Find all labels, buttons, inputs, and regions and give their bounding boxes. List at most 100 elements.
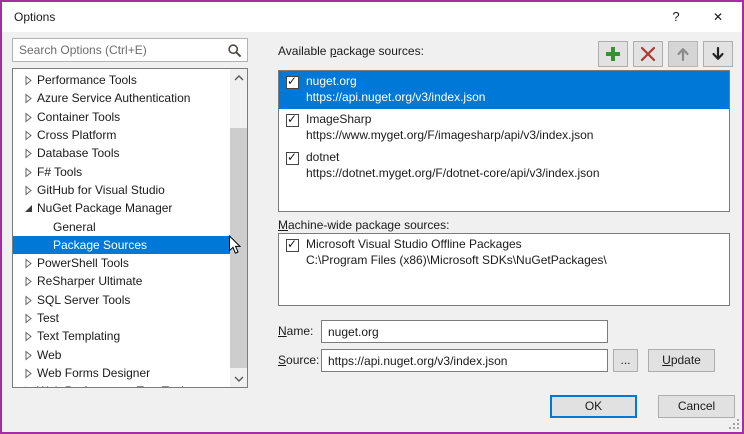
package-source-row-nuget-org[interactable]: ✓ nuget.org https://api.nuget.org/v3/ind…	[279, 71, 729, 109]
plus-icon	[604, 45, 622, 63]
name-field[interactable]	[321, 320, 608, 343]
source-field[interactable]	[321, 349, 608, 372]
tree-expander-icon[interactable]	[24, 386, 34, 388]
tree-item-resharper-ultimate[interactable]: ReSharper Ultimate	[13, 272, 230, 290]
scrollbar-up-icon[interactable]	[230, 69, 247, 86]
tree-expander-icon[interactable]	[24, 203, 34, 213]
source-url: https://www.myget.org/F/imagesharp/api/v…	[306, 128, 593, 142]
source-checkbox[interactable]: ✓	[286, 76, 299, 89]
arrow-up-icon	[675, 46, 691, 62]
search-box	[12, 38, 248, 62]
tree-item-database-tools[interactable]: Database Tools	[13, 144, 230, 162]
machine-sources-label: Machine-wide package sources:	[278, 218, 449, 232]
source-label: Source:	[278, 349, 319, 372]
source-url: https://dotnet.myget.org/F/dotnet-core/a…	[306, 166, 600, 180]
remove-x-icon	[639, 45, 657, 63]
tree-expander-icon[interactable]	[24, 93, 34, 103]
tree-expander-icon[interactable]	[24, 295, 34, 305]
add-source-button[interactable]	[598, 41, 628, 67]
tree-item-label: Web Forms Designer	[37, 366, 150, 380]
source-name: ImageSharp	[306, 112, 371, 126]
tree-item-label: NuGet Package Manager	[37, 201, 172, 215]
tree-expander-icon[interactable]	[24, 185, 34, 195]
tree-item-text-templating[interactable]: Text Templating	[13, 327, 230, 345]
tree-items: Performance Tools Azure Service Authenti…	[13, 71, 230, 388]
tree-item-github-for-visual-studio[interactable]: GitHub for Visual Studio	[13, 181, 230, 199]
close-button[interactable]: ✕	[702, 2, 734, 32]
tree-item-label: General	[53, 220, 96, 234]
available-sources-list: ✓ nuget.org https://api.nuget.org/v3/ind…	[278, 70, 730, 212]
search-input[interactable]	[13, 39, 227, 61]
remove-source-button[interactable]	[633, 41, 663, 67]
resize-grip-icon[interactable]	[729, 419, 739, 429]
tree-item-f-tools[interactable]: F# Tools	[13, 162, 230, 180]
tree-item-container-tools[interactable]: Container Tools	[13, 108, 230, 126]
source-name: dotnet	[306, 150, 339, 164]
tree-expander-icon[interactable]	[40, 222, 50, 232]
source-name: Microsoft Visual Studio Offline Packages	[306, 237, 522, 251]
scrollbar-thumb[interactable]	[230, 128, 247, 368]
tree-item-label: F# Tools	[37, 165, 82, 179]
tree-item-test[interactable]: Test	[13, 309, 230, 327]
tree-item-nuget-package-manager[interactable]: NuGet Package Manager	[13, 199, 230, 217]
search-icon[interactable]	[227, 43, 243, 59]
dialog-title: Options	[14, 2, 55, 32]
tree-expander-icon[interactable]	[24, 148, 34, 158]
tree-item-package-sources[interactable]: Package Sources	[13, 236, 230, 254]
tree-item-label: Azure Service Authentication	[37, 91, 190, 105]
options-tree: Performance Tools Azure Service Authenti…	[12, 68, 248, 388]
tree-expander-icon[interactable]	[24, 75, 34, 85]
tree-item-label: GitHub for Visual Studio	[37, 183, 165, 197]
scrollbar-down-icon[interactable]	[230, 370, 247, 387]
tree-expander-icon[interactable]	[24, 350, 34, 360]
source-name: nuget.org	[306, 74, 357, 88]
ok-button[interactable]: OK	[550, 395, 637, 418]
tree-item-azure-service-authentication[interactable]: Azure Service Authentication	[13, 89, 230, 107]
help-button[interactable]: ?	[660, 2, 692, 32]
tree-item-sql-server-tools[interactable]: SQL Server Tools	[13, 291, 230, 309]
machine-sources-list: ✓ Microsoft Visual Studio Offline Packag…	[278, 233, 730, 306]
update-button[interactable]: Update	[648, 349, 715, 372]
cancel-button[interactable]: Cancel	[658, 395, 735, 418]
tree-item-powershell-tools[interactable]: PowerShell Tools	[13, 254, 230, 272]
source-url: https://api.nuget.org/v3/index.json	[306, 90, 485, 104]
package-source-row-microsoft-visual-studio-offline-packages[interactable]: ✓ Microsoft Visual Studio Offline Packag…	[279, 234, 729, 272]
tree-item-general[interactable]: General	[13, 217, 230, 235]
source-checkbox[interactable]: ✓	[286, 239, 299, 252]
tree-expander-icon[interactable]	[24, 112, 34, 122]
tree-expander-icon[interactable]	[24, 276, 34, 286]
source-checkbox[interactable]: ✓	[286, 152, 299, 165]
tree-item-label: Web	[37, 348, 61, 362]
tree-item-label: Cross Platform	[37, 128, 116, 142]
source-checkbox[interactable]: ✓	[286, 114, 299, 127]
tree-item-label: Test	[37, 311, 59, 325]
tree-item-performance-tools[interactable]: Performance Tools	[13, 71, 230, 89]
checkmark-icon: ✓	[287, 74, 297, 88]
tree-item-label: Database Tools	[37, 146, 120, 160]
tree-expander-icon[interactable]	[24, 368, 34, 378]
tree-expander-icon[interactable]	[24, 258, 34, 268]
source-url: C:\Program Files (x86)\Microsoft SDKs\Nu…	[306, 253, 607, 267]
package-source-row-dotnet[interactable]: ✓ dotnet https://dotnet.myget.org/F/dotn…	[279, 147, 729, 185]
move-up-button[interactable]	[668, 41, 698, 67]
package-source-row-imagesharp[interactable]: ✓ ImageSharp https://www.myget.org/F/ima…	[279, 109, 729, 147]
tree-expander-icon[interactable]	[24, 331, 34, 341]
browse-button[interactable]: ...	[613, 349, 638, 372]
tree-expander-icon[interactable]	[40, 240, 50, 250]
arrow-down-icon	[710, 46, 726, 62]
tree-item-web-performance-test-tools[interactable]: Web Performance Test Tools	[13, 382, 230, 388]
tree-item-label: Text Templating	[37, 329, 120, 343]
name-label: Name:	[278, 320, 313, 343]
tree-item-web-forms-designer[interactable]: Web Forms Designer	[13, 364, 230, 382]
move-down-button[interactable]	[703, 41, 733, 67]
checkmark-icon: ✓	[287, 237, 297, 251]
tree-item-label: SQL Server Tools	[37, 293, 130, 307]
tree-scrollbar[interactable]	[230, 69, 247, 387]
tree-expander-icon[interactable]	[24, 167, 34, 177]
tree-item-web[interactable]: Web	[13, 345, 230, 363]
tree-item-label: ReSharper Ultimate	[37, 274, 142, 288]
tree-expander-icon[interactable]	[24, 130, 34, 140]
tree-item-cross-platform[interactable]: Cross Platform	[13, 126, 230, 144]
tree-expander-icon[interactable]	[24, 313, 34, 323]
tree-item-label: Web Performance Test Tools	[37, 384, 190, 388]
